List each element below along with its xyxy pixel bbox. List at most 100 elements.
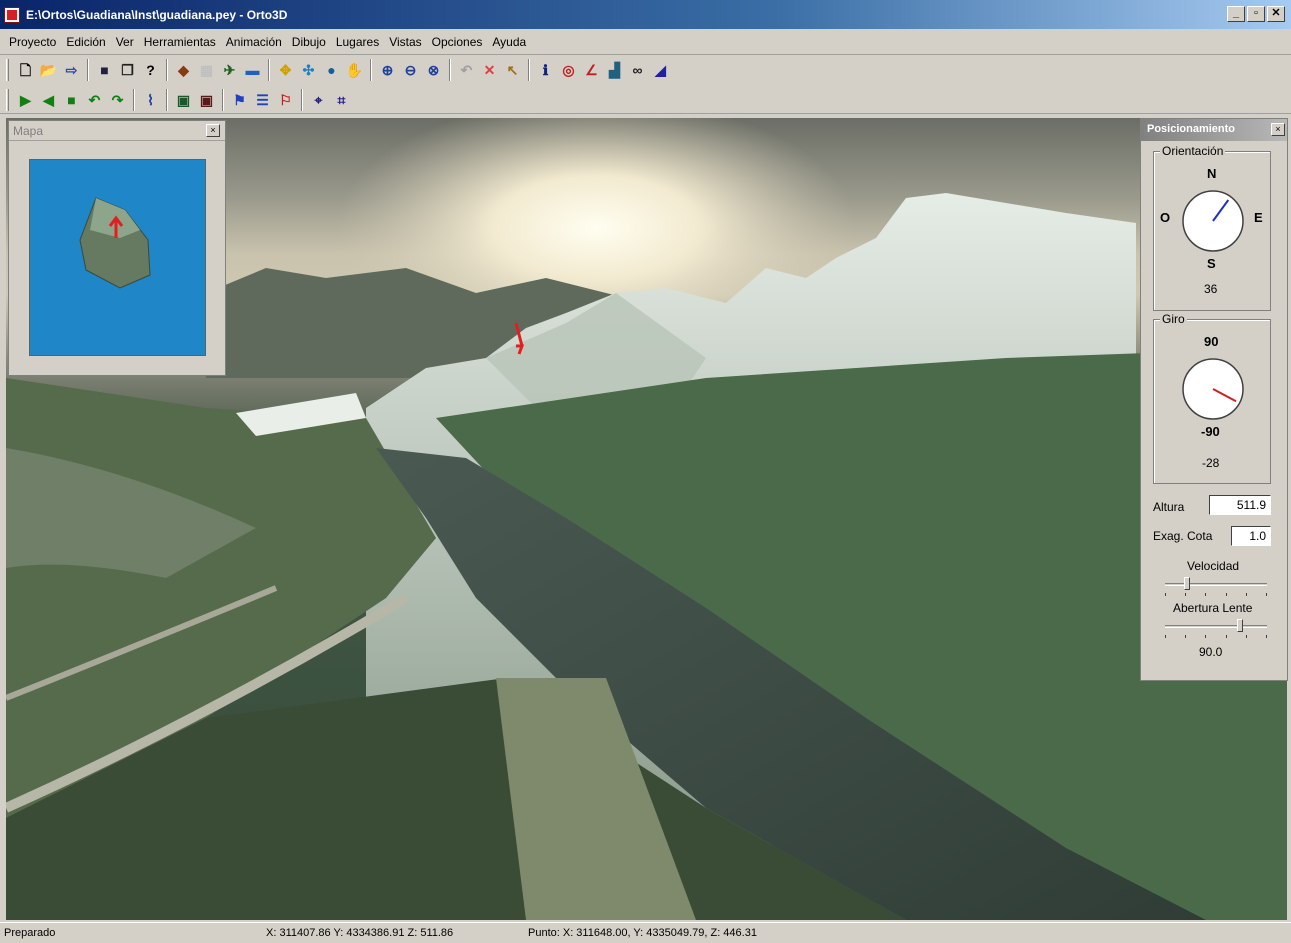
toolbar-separator xyxy=(370,59,372,81)
roll-top-label: 90 xyxy=(1204,334,1219,349)
lens-aperture-slider[interactable] xyxy=(1165,619,1267,633)
play-back-icon[interactable]: ◀ xyxy=(37,89,60,111)
map-panel-close-button[interactable]: × xyxy=(206,124,220,137)
menu-edicion[interactable]: Edición xyxy=(61,35,110,49)
toolbar-separator xyxy=(449,59,451,81)
menu-dibujo[interactable]: Dibujo xyxy=(287,35,331,49)
speed-slider[interactable] xyxy=(1165,577,1267,591)
pick-icon[interactable]: ↖ xyxy=(501,59,524,81)
overview-map[interactable] xyxy=(29,159,206,356)
grid-icon[interactable]: ▦ xyxy=(195,59,218,81)
east-label: E xyxy=(1254,210,1263,225)
orientation-label: Orientación xyxy=(1160,144,1226,158)
delete-icon[interactable]: ✕ xyxy=(478,59,501,81)
rotate-icon[interactable]: ✣ xyxy=(297,59,320,81)
map-panel-header[interactable]: Mapa xyxy=(9,121,225,141)
open-folder-icon[interactable]: 📂 xyxy=(37,59,60,81)
hand-icon[interactable]: ✋ xyxy=(343,59,366,81)
elevation-exaggeration-input[interactable]: 1.0 xyxy=(1231,526,1271,546)
close-button[interactable]: ✕ xyxy=(1267,6,1285,22)
menu-vistas[interactable]: Vistas xyxy=(384,35,426,49)
roll-label: Giro xyxy=(1160,312,1187,326)
toolbar-separator xyxy=(166,59,168,81)
map-terrain xyxy=(79,197,151,289)
new-file-icon[interactable]: 🗋 xyxy=(14,59,37,81)
zoom-extent-icon[interactable]: ⊗ xyxy=(422,59,445,81)
help-icon[interactable]: ? xyxy=(139,59,162,81)
toolbar-separator xyxy=(528,59,530,81)
status-point-coords: Punto: X: 311648.00, Y: 4335049.79, Z: 4… xyxy=(528,927,757,939)
save-icon[interactable]: ■ xyxy=(93,59,116,81)
toolbar-grip[interactable] xyxy=(6,59,9,81)
menu-proyecto[interactable]: Proyecto xyxy=(4,35,61,49)
zoom-out-icon[interactable]: ⊖ xyxy=(399,59,422,81)
plane-icon[interactable]: ✈ xyxy=(218,59,241,81)
eye-icon[interactable]: ◎ xyxy=(557,59,580,81)
menu-herramientas[interactable]: Herramientas xyxy=(139,35,221,49)
height-label: Altura xyxy=(1153,500,1185,514)
copy-icon[interactable]: ❐ xyxy=(116,59,139,81)
record-stop-icon[interactable]: ▣ xyxy=(195,89,218,111)
toolbar-separator xyxy=(222,88,224,111)
status-state: Preparado xyxy=(4,927,56,939)
undo-disabled-icon[interactable]: ↶ xyxy=(455,59,478,81)
map-panel: Mapa × xyxy=(8,120,226,376)
minimize-button[interactable]: _ xyxy=(1227,6,1245,22)
draw-area-icon[interactable]: ◢ xyxy=(649,59,672,81)
positioning-panel-header[interactable]: Posicionamiento xyxy=(1141,119,1287,141)
compass-dial[interactable] xyxy=(1181,189,1245,253)
toolbar-separator xyxy=(87,59,89,81)
menu-ayuda[interactable]: Ayuda xyxy=(487,35,531,49)
globe-icon[interactable]: ● xyxy=(320,59,343,81)
rotate-left-icon[interactable]: ↶ xyxy=(83,89,106,111)
positioning-panel-title: Posicionamiento xyxy=(1147,123,1236,135)
measure-icon[interactable]: ∠ xyxy=(580,59,603,81)
landscape-icon[interactable]: ▬ xyxy=(241,59,264,81)
app-logo-icon xyxy=(4,6,20,23)
record-icon[interactable]: ▣ xyxy=(172,89,195,111)
menu-bar: Proyecto Edición Ver Herramientas Animación D… xyxy=(0,29,1291,55)
roll-dial[interactable] xyxy=(1181,357,1245,421)
zoom-in-icon[interactable]: ⊕ xyxy=(376,59,399,81)
animation-toolbar: ▶ ◀ ■ ↶ ↷ ⌇ ▣ ▣ ⚑ ☰ ⚐ ⌖ ⌗ xyxy=(0,86,1291,114)
roll-value: -28 xyxy=(1202,456,1220,470)
west-label: O xyxy=(1160,210,1171,225)
profile-icon[interactable]: ▟ xyxy=(603,59,626,81)
height-input[interactable]: 511.9 xyxy=(1209,495,1271,515)
terrain-icon[interactable]: ◆ xyxy=(172,59,195,81)
speed-slider-track xyxy=(1165,583,1267,586)
positioning-panel-close-button[interactable]: × xyxy=(1271,123,1285,136)
lens-aperture-label: Abertura Lente xyxy=(1173,601,1253,615)
info-icon[interactable]: ℹ xyxy=(534,59,557,81)
status-cursor-coords: X: 311407.86 Y: 4334386.91 Z: 511.86 xyxy=(266,927,454,939)
title-bar[interactable]: E:\Ortos\Guadiana\Inst\guadiana.pey - Or… xyxy=(0,0,1291,29)
stop-icon[interactable]: ■ xyxy=(60,89,83,111)
waypoint-delete-icon[interactable]: ⚐ xyxy=(274,89,297,111)
positioning-panel: Posicionamiento × Orientación N O E S 36… xyxy=(1140,118,1288,681)
toolbar-grip[interactable] xyxy=(6,89,9,111)
lens-slider-thumb[interactable] xyxy=(1237,619,1243,632)
speed-slider-ticks xyxy=(1165,593,1267,597)
binoculars-icon[interactable]: ∞ xyxy=(626,59,649,81)
path-icon[interactable]: ⌇ xyxy=(139,89,162,111)
menu-animacion[interactable]: Animación xyxy=(221,35,287,49)
window-controls: _ ▫ ✕ xyxy=(1227,6,1285,22)
menu-opciones[interactable]: Opciones xyxy=(427,35,488,49)
play-icon[interactable]: ▶ xyxy=(14,89,37,111)
waypoint-add-icon[interactable]: ⚑ xyxy=(228,89,251,111)
camera-add-icon[interactable]: ⌖ xyxy=(307,89,330,111)
camera-list-icon[interactable]: ⌗ xyxy=(330,89,353,111)
menu-lugares[interactable]: Lugares xyxy=(331,35,384,49)
waypoint-list-icon[interactable]: ☰ xyxy=(251,89,274,111)
maximize-button[interactable]: ▫ xyxy=(1247,6,1265,22)
move-icon[interactable]: ✥ xyxy=(274,59,297,81)
rotate-right-icon[interactable]: ↷ xyxy=(106,89,129,111)
orientation-group: Orientación N O E S 36 xyxy=(1153,144,1271,311)
speed-slider-thumb[interactable] xyxy=(1184,577,1191,590)
menu-ver[interactable]: Ver xyxy=(111,35,139,49)
orto3d-window: E:\Ortos\Guadiana\Inst\guadiana.pey - Or… xyxy=(0,0,1291,943)
elevation-exaggeration-label: Exag. Cota xyxy=(1153,529,1213,543)
open-recent-icon[interactable]: ⇨ xyxy=(60,59,83,81)
roll-bottom-label: -90 xyxy=(1201,424,1220,439)
lens-slider-ticks xyxy=(1165,635,1267,639)
